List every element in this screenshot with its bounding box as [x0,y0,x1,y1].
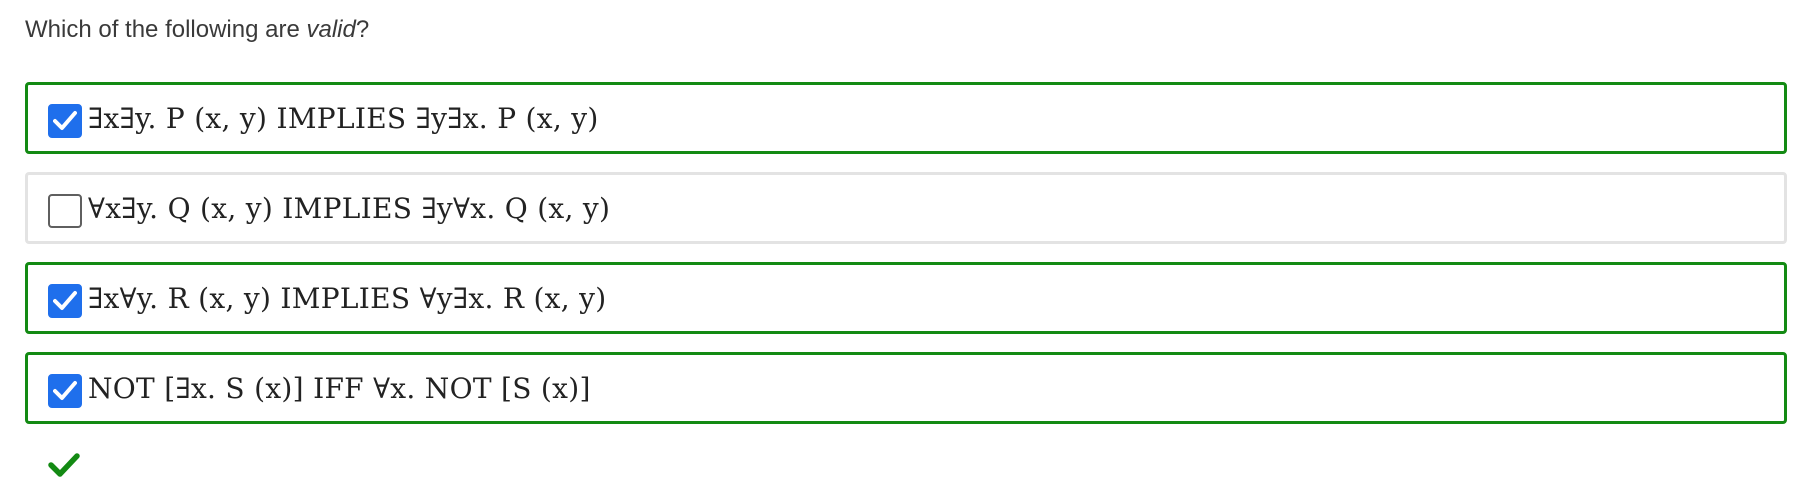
check-icon [53,381,77,400]
option-1-formula: ∃x∃y. P (x, y) IMPLIES ∃y∃x. P (x, y) [88,101,599,135]
option-2-checkbox[interactable] [48,194,82,228]
option-4-formula: NOT [∃x. S (x)] IFF ∀x. NOT [S (x)] [88,371,591,405]
question-suffix: ? [355,16,370,43]
option-1-checkbox[interactable] [48,104,82,138]
answer-options: ∃x∃y. P (x, y) IMPLIES ∃y∃x. P (x, y) ∀x… [25,82,1787,442]
correct-check-icon [48,453,80,477]
option-2-formula: ∀x∃y. Q (x, y) IMPLIES ∃y∀x. Q (x, y) [88,191,611,225]
check-icon [53,111,77,130]
question-emphasis: valid [306,16,356,43]
option-3-checkbox[interactable] [48,284,82,318]
option-3[interactable]: ∃x∀y. R (x, y) IMPLIES ∀y∃x. R (x, y) [25,262,1787,334]
option-4-checkbox[interactable] [48,374,82,408]
check-icon [53,291,77,310]
option-2[interactable]: ∀x∃y. Q (x, y) IMPLIES ∃y∀x. Q (x, y) [25,172,1787,244]
question-text: Which of the following are valid? [25,14,369,46]
option-4[interactable]: NOT [∃x. S (x)] IFF ∀x. NOT [S (x)] [25,352,1787,424]
question-prefix: Which of the following are [25,16,307,43]
option-3-formula: ∃x∀y. R (x, y) IMPLIES ∀y∃x. R (x, y) [88,281,607,315]
option-1[interactable]: ∃x∃y. P (x, y) IMPLIES ∃y∃x. P (x, y) [25,82,1787,154]
